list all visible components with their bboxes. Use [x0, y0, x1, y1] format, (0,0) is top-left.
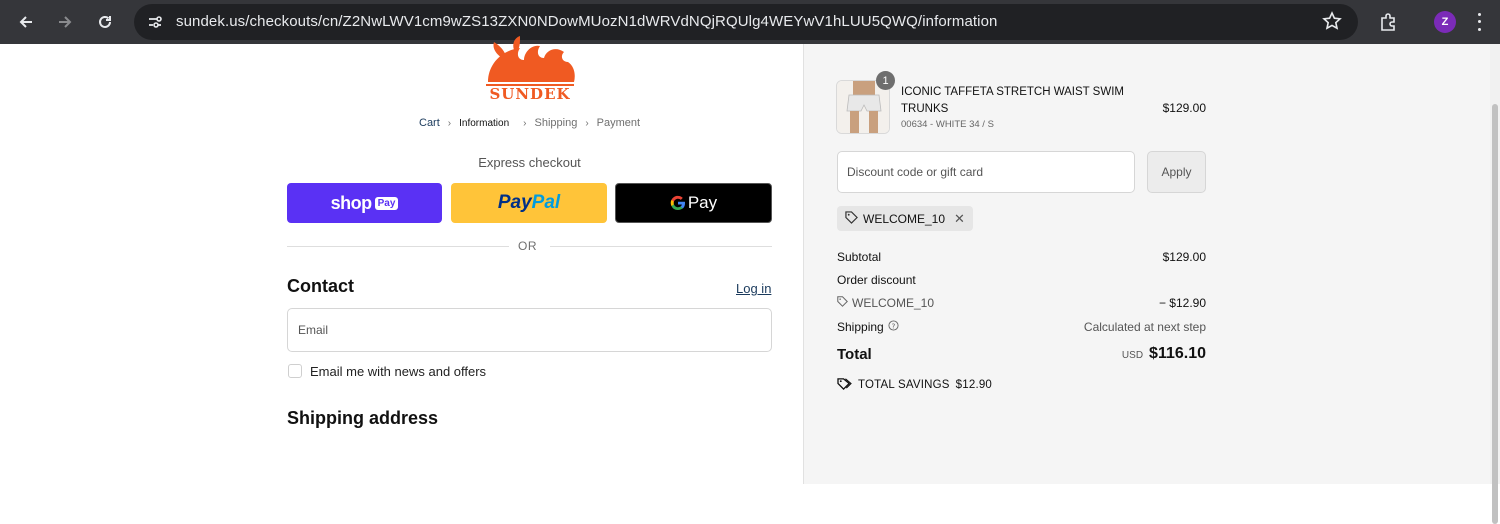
newsletter-label[interactable]: Email me with news and offers: [310, 364, 486, 379]
back-icon[interactable]: [12, 8, 40, 36]
discount-code-row: WELCOME_10 − $12.90: [837, 296, 1206, 310]
google-g-icon: [670, 195, 686, 211]
shop-pay-button[interactable]: shop Pay: [287, 183, 442, 223]
divider-line: [550, 246, 772, 247]
paypal-button[interactable]: Pay Pal: [451, 183, 607, 223]
breadcrumb: Cart › Information › Shipping › Payment: [419, 117, 640, 129]
bookmark-star-icon[interactable]: [1322, 11, 1342, 36]
svg-text:?: ?: [891, 321, 895, 330]
login-link[interactable]: Log in: [736, 281, 771, 296]
google-pay-button[interactable]: Pay: [615, 183, 772, 223]
breadcrumb-payment: Payment: [596, 117, 641, 129]
shipping-row: Shipping ? Calculated at next step: [837, 320, 1206, 334]
subtotal-value: $129.00: [1162, 250, 1206, 264]
contact-heading: Contact: [287, 276, 354, 296]
total-value: $116.10: [1149, 345, 1206, 362]
newsletter-checkbox[interactable]: [288, 364, 302, 378]
shop-pay-wordmark: shop: [330, 192, 373, 213]
subtotal-label: Subtotal: [837, 250, 882, 264]
applied-discount-chip: WELCOME_10 ✕: [837, 206, 973, 231]
logo-wordmark: SUNDEK: [489, 85, 570, 103]
browser-toolbar: sundek.us/checkouts/cn/Z2NwLWV1cm9wZS13Z…: [0, 0, 1500, 44]
browser-menu-icon[interactable]: [1476, 11, 1482, 33]
reload-icon[interactable]: [91, 8, 119, 36]
tag-icon: [845, 210, 858, 227]
google-pay-label: Pay: [687, 193, 718, 212]
subtotal-row: Subtotal $129.00: [837, 250, 1206, 264]
apply-discount-button[interactable]: Apply: [1147, 151, 1206, 193]
order-discount-label: Order discount: [837, 273, 916, 287]
savings-tag-icon: [837, 377, 852, 393]
breadcrumb-cart[interactable]: Cart: [419, 117, 440, 129]
chevron-right-icon: ›: [585, 117, 589, 129]
applied-discount-code: WELCOME_10: [863, 211, 946, 226]
or-divider: OR: [287, 238, 772, 254]
shipping-address-heading: Shipping address: [287, 408, 439, 428]
chevron-right-icon: ›: [447, 117, 452, 129]
breadcrumb-information: Information: [459, 117, 510, 129]
help-icon[interactable]: ?: [888, 320, 899, 334]
total-row: Total USD $116.10: [837, 345, 1206, 363]
url-text[interactable]: sundek.us/checkouts/cn/Z2NwLWV1cm9wZS13Z…: [176, 13, 998, 30]
paypal-wordmark-pay: Pay: [497, 192, 532, 213]
total-currency: USD: [1121, 350, 1144, 361]
scrollbar[interactable]: [1490, 44, 1500, 524]
total-label: Total: [837, 345, 872, 363]
chevron-right-icon: ›: [523, 117, 527, 129]
savings-label: TOTAL SAVINGS: [858, 379, 950, 391]
savings-value: $12.90: [955, 379, 993, 391]
discount-code-label: WELCOME_10: [852, 296, 935, 310]
sundek-logo[interactable]: SUNDEK: [480, 36, 580, 104]
product-name: ICONIC TAFFETA STRETCH WAIST SWIM TRUNKS: [901, 86, 1124, 115]
extensions-icon[interactable]: [1374, 8, 1402, 36]
quantity-badge: 1: [876, 71, 895, 90]
discount-value: − $12.90: [1158, 296, 1206, 310]
shop-pay-badge: Pay: [374, 196, 399, 210]
profile-avatar[interactable]: Z: [1434, 11, 1456, 33]
order-discount-row: Order discount: [837, 273, 1206, 287]
site-info-icon[interactable]: [144, 11, 166, 33]
shipping-label: Shipping: [837, 320, 884, 334]
tag-icon: [837, 296, 848, 310]
total-savings: TOTAL SAVINGS $12.90: [837, 377, 992, 393]
shipping-value: Calculated at next step: [1083, 320, 1206, 334]
divider-line: [287, 246, 509, 247]
express-checkout-title: Express checkout: [478, 155, 581, 170]
scrollbar-thumb[interactable]: [1492, 104, 1498, 524]
discount-code-input[interactable]: [837, 151, 1135, 193]
product-price: $129.00: [1162, 101, 1206, 115]
remove-discount-icon[interactable]: ✕: [954, 211, 965, 227]
product-variant: 00634 - WHITE 34 / S: [901, 119, 994, 130]
or-label: OR: [518, 239, 537, 253]
breadcrumb-shipping: Shipping: [534, 117, 578, 129]
paypal-wordmark-pal: Pal: [531, 192, 561, 213]
email-input[interactable]: [287, 308, 772, 352]
address-bar[interactable]: sundek.us/checkouts/cn/Z2NwLWV1cm9wZS13Z…: [134, 4, 1358, 40]
forward-icon[interactable]: [51, 8, 79, 36]
